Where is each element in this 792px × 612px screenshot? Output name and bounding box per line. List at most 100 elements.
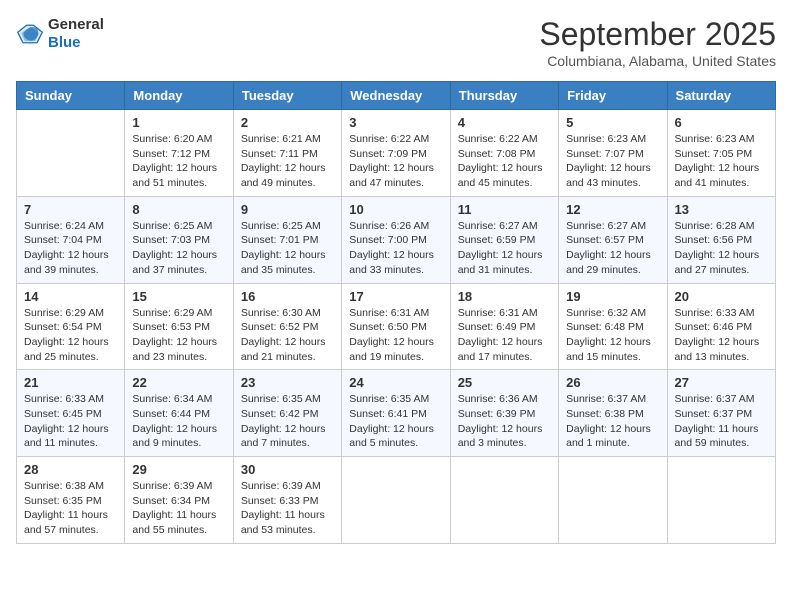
day-number: 25 (458, 375, 551, 390)
day-number: 21 (24, 375, 117, 390)
day-header-friday: Friday (559, 82, 667, 110)
day-number: 20 (675, 289, 768, 304)
calendar-cell: 27 Sunrise: 6:37 AM Sunset: 6:37 PM Dayli… (667, 370, 775, 457)
calendar-cell: 2Sunrise: 6:21 AM Sunset: 7:11 PM Daylig… (233, 110, 341, 197)
calendar-cell: 7 Sunrise: 6:24 AM Sunset: 7:04 PM Daylig… (17, 196, 125, 283)
day-info: Sunrise: 6:29 AM Sunset: 6:53 PM Dayligh… (132, 306, 225, 365)
calendar-cell: 3 Sunrise: 6:22 AM Sunset: 7:09 PM Daylig… (342, 110, 450, 197)
day-info: Sunrise: 6:22 AM Sunset: 7:09 PM Dayligh… (349, 132, 442, 191)
day-number: 27 (675, 375, 768, 390)
day-header-tuesday: Tuesday (233, 82, 341, 110)
calendar-cell: 25 Sunrise: 6:36 AM Sunset: 6:39 PM Dayli… (450, 370, 558, 457)
day-number: 29 (132, 462, 225, 477)
calendar-cell: 23 Sunrise: 6:35 AM Sunset: 6:42 PM Dayli… (233, 370, 341, 457)
calendar-cell: 9 Sunrise: 6:25 AM Sunset: 7:01 PM Daylig… (233, 196, 341, 283)
day-info: Sunrise: 6:22 AM Sunset: 7:08 PM Dayligh… (458, 132, 551, 191)
day-info: Sunrise: 6:31 AM Sunset: 6:50 PM Dayligh… (349, 306, 442, 365)
calendar-table: SundayMondayTuesdayWednesdayThursdayFrid… (16, 81, 776, 544)
day-number: 5 (566, 115, 659, 130)
day-number: 26 (566, 375, 659, 390)
day-number: 28 (24, 462, 117, 477)
day-info: Sunrise: 6:23 AM Sunset: 7:07 PM Dayligh… (566, 132, 659, 191)
calendar-cell: 21Sunrise: 6:33 AM Sunset: 6:45 PM Dayli… (17, 370, 125, 457)
day-info: Sunrise: 6:24 AM Sunset: 7:04 PM Dayligh… (24, 219, 117, 278)
day-number: 23 (241, 375, 334, 390)
day-info: Sunrise: 6:36 AM Sunset: 6:39 PM Dayligh… (458, 392, 551, 451)
day-info: Sunrise: 6:29 AM Sunset: 6:54 PM Dayligh… (24, 306, 117, 365)
location: Columbiana, Alabama, United States (539, 53, 776, 69)
calendar-cell: 16 Sunrise: 6:30 AM Sunset: 6:52 PM Dayli… (233, 283, 341, 370)
calendar-cell: 1Sunrise: 6:20 AM Sunset: 7:12 PM Daylig… (125, 110, 233, 197)
day-info: Sunrise: 6:37 AM Sunset: 6:37 PM Dayligh… (675, 392, 768, 451)
day-number: 13 (675, 202, 768, 217)
calendar-cell: 26 Sunrise: 6:37 AM Sunset: 6:38 PM Dayli… (559, 370, 667, 457)
calendar-cell (667, 457, 775, 544)
day-info: Sunrise: 6:25 AM Sunset: 7:01 PM Dayligh… (241, 219, 334, 278)
day-number: 14 (24, 289, 117, 304)
week-row-5: 28 Sunrise: 6:38 AM Sunset: 6:35 PM Dayli… (17, 457, 776, 544)
day-info: Sunrise: 6:32 AM Sunset: 6:48 PM Dayligh… (566, 306, 659, 365)
day-info: Sunrise: 6:31 AM Sunset: 6:49 PM Dayligh… (458, 306, 551, 365)
day-number: 3 (349, 115, 442, 130)
calendar-cell: 8 Sunrise: 6:25 AM Sunset: 7:03 PM Daylig… (125, 196, 233, 283)
month-title: September 2025 (539, 16, 776, 53)
calendar-cell: 22 Sunrise: 6:34 AM Sunset: 6:44 PM Dayli… (125, 370, 233, 457)
day-number: 30 (241, 462, 334, 477)
day-info: Sunrise: 6:34 AM Sunset: 6:44 PM Dayligh… (132, 392, 225, 451)
calendar-cell (559, 457, 667, 544)
day-header-wednesday: Wednesday (342, 82, 450, 110)
day-header-thursday: Thursday (450, 82, 558, 110)
day-number: 22 (132, 375, 225, 390)
day-number: 24 (349, 375, 442, 390)
day-number: 17 (349, 289, 442, 304)
day-info: Sunrise: 6:23 AM Sunset: 7:05 PM Dayligh… (675, 132, 768, 191)
day-info: Sunrise: 6:39 AM Sunset: 6:34 PM Dayligh… (132, 479, 225, 538)
day-number: 6 (675, 115, 768, 130)
day-info: Sunrise: 6:35 AM Sunset: 6:42 PM Dayligh… (241, 392, 334, 451)
calendar-cell: 15 Sunrise: 6:29 AM Sunset: 6:53 PM Dayli… (125, 283, 233, 370)
week-row-2: 7 Sunrise: 6:24 AM Sunset: 7:04 PM Daylig… (17, 196, 776, 283)
day-number: 10 (349, 202, 442, 217)
day-number: 7 (24, 202, 117, 217)
calendar-cell: 10Sunrise: 6:26 AM Sunset: 7:00 PM Dayli… (342, 196, 450, 283)
calendar-cell: 11Sunrise: 6:27 AM Sunset: 6:59 PM Dayli… (450, 196, 558, 283)
calendar-cell (450, 457, 558, 544)
calendar-cell (17, 110, 125, 197)
logo-icon (16, 20, 44, 48)
calendar-cell: 5 Sunrise: 6:23 AM Sunset: 7:07 PM Daylig… (559, 110, 667, 197)
calendar-cell: 24 Sunrise: 6:35 AM Sunset: 6:41 PM Dayli… (342, 370, 450, 457)
calendar-cell: 17 Sunrise: 6:31 AM Sunset: 6:50 PM Dayli… (342, 283, 450, 370)
title-area: September 2025 Columbiana, Alabama, Unit… (539, 16, 776, 69)
day-number: 19 (566, 289, 659, 304)
day-number: 9 (241, 202, 334, 217)
day-info: Sunrise: 6:33 AM Sunset: 6:46 PM Dayligh… (675, 306, 768, 365)
calendar-cell: 12Sunrise: 6:27 AM Sunset: 6:57 PM Dayli… (559, 196, 667, 283)
logo: General Blue (16, 16, 104, 52)
header-row: SundayMondayTuesdayWednesdayThursdayFrid… (17, 82, 776, 110)
day-number: 1 (132, 115, 225, 130)
day-header-saturday: Saturday (667, 82, 775, 110)
day-info: Sunrise: 6:37 AM Sunset: 6:38 PM Dayligh… (566, 392, 659, 451)
day-number: 4 (458, 115, 551, 130)
day-number: 16 (241, 289, 334, 304)
day-info: Sunrise: 6:39 AM Sunset: 6:33 PM Dayligh… (241, 479, 334, 538)
calendar-cell: 19 Sunrise: 6:32 AM Sunset: 6:48 PM Dayli… (559, 283, 667, 370)
week-row-4: 21Sunrise: 6:33 AM Sunset: 6:45 PM Dayli… (17, 370, 776, 457)
week-row-3: 14 Sunrise: 6:29 AM Sunset: 6:54 PM Dayli… (17, 283, 776, 370)
day-info: Sunrise: 6:35 AM Sunset: 6:41 PM Dayligh… (349, 392, 442, 451)
calendar-cell: 13Sunrise: 6:28 AM Sunset: 6:56 PM Dayli… (667, 196, 775, 283)
logo-text: General Blue (48, 16, 104, 52)
day-info: Sunrise: 6:38 AM Sunset: 6:35 PM Dayligh… (24, 479, 117, 538)
day-number: 15 (132, 289, 225, 304)
day-number: 8 (132, 202, 225, 217)
day-number: 18 (458, 289, 551, 304)
day-info: Sunrise: 6:30 AM Sunset: 6:52 PM Dayligh… (241, 306, 334, 365)
week-row-1: 1Sunrise: 6:20 AM Sunset: 7:12 PM Daylig… (17, 110, 776, 197)
calendar-cell: 29 Sunrise: 6:39 AM Sunset: 6:34 PM Dayli… (125, 457, 233, 544)
day-info: Sunrise: 6:25 AM Sunset: 7:03 PM Dayligh… (132, 219, 225, 278)
calendar-cell (342, 457, 450, 544)
calendar-cell: 6 Sunrise: 6:23 AM Sunset: 7:05 PM Daylig… (667, 110, 775, 197)
calendar-cell: 30 Sunrise: 6:39 AM Sunset: 6:33 PM Dayli… (233, 457, 341, 544)
calendar-cell: 14 Sunrise: 6:29 AM Sunset: 6:54 PM Dayli… (17, 283, 125, 370)
day-number: 12 (566, 202, 659, 217)
